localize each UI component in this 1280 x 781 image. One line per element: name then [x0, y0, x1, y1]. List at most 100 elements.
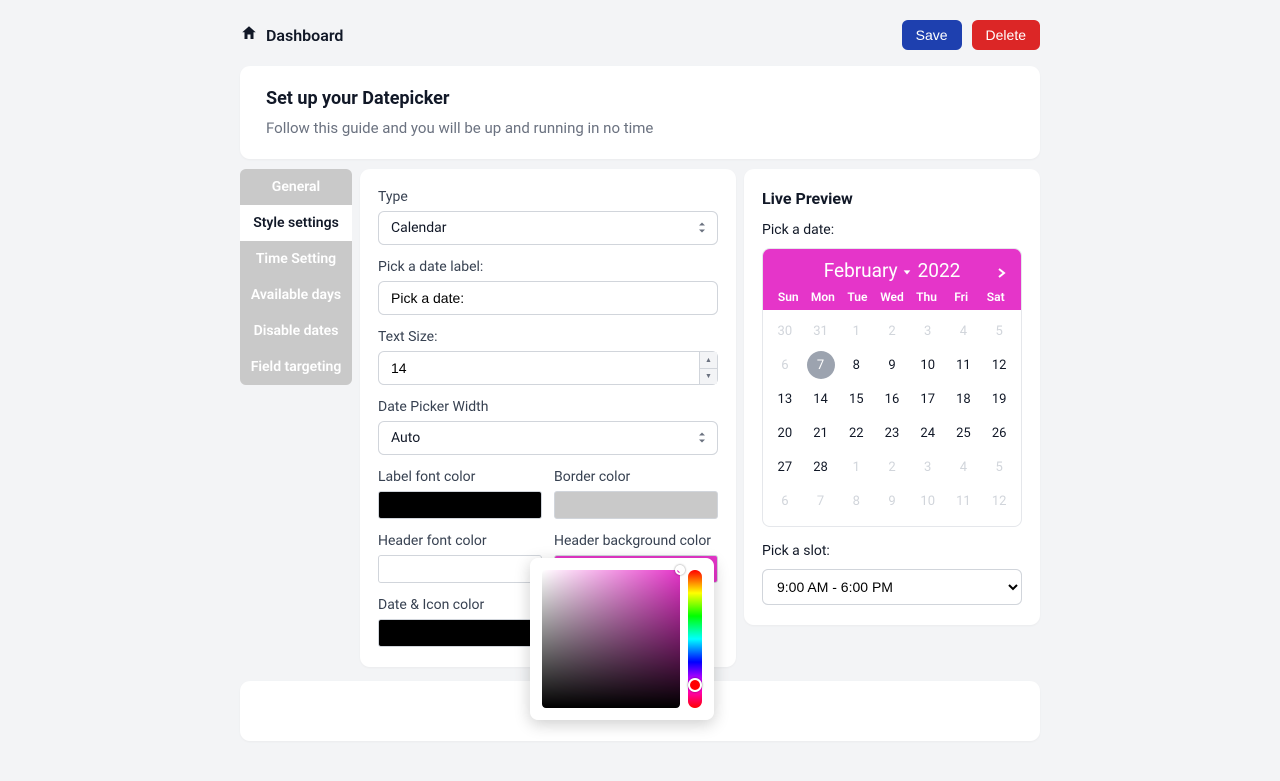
border-color-swatch[interactable] — [554, 491, 718, 519]
calendar-day[interactable]: 9 — [874, 486, 910, 516]
border-color-label: Border color — [554, 469, 718, 485]
calendar-day[interactable]: 8 — [838, 350, 874, 380]
header-bg-color-label: Header background color — [554, 533, 718, 549]
sidebar-item-disable-dates[interactable]: Disable dates — [240, 313, 352, 349]
calendar-day[interactable]: 20 — [767, 418, 803, 448]
calendar-day[interactable]: 10 — [910, 486, 946, 516]
calendar-day[interactable]: 5 — [981, 316, 1017, 346]
weekday-label: Sun — [771, 290, 806, 304]
sidebar-item-style-settings[interactable]: Style settings — [240, 205, 352, 241]
calendar-day[interactable]: 3 — [910, 452, 946, 482]
calendar-day[interactable]: 2 — [874, 316, 910, 346]
live-preview-panel: Live Preview Pick a date: February 2022 … — [744, 169, 1040, 625]
delete-button[interactable]: Delete — [972, 20, 1040, 50]
chevron-down-icon — [902, 259, 912, 282]
topbar: Dashboard Save Delete — [240, 20, 1040, 50]
calendar: February 2022 SunMonTueWedThuFriSat 3031… — [762, 248, 1022, 527]
width-label: Date Picker Width — [378, 399, 718, 415]
calendar-day[interactable]: 18 — [946, 384, 982, 414]
calendar-day[interactable]: 5 — [981, 452, 1017, 482]
type-label: Type — [378, 189, 718, 205]
header-font-color-swatch[interactable] — [378, 555, 542, 583]
hue-slider[interactable] — [688, 570, 702, 708]
calendar-day[interactable]: 22 — [838, 418, 874, 448]
calendar-header: February 2022 SunMonTueWedThuFriSat — [763, 249, 1021, 310]
calendar-day[interactable]: 1 — [838, 316, 874, 346]
calendar-day[interactable]: 3 — [910, 316, 946, 346]
weekday-label: Thu — [909, 290, 944, 304]
pick-slot-label: Pick a slot: — [762, 543, 1022, 559]
calendar-day[interactable]: 6 — [767, 486, 803, 516]
calendar-day[interactable]: 12 — [981, 486, 1017, 516]
calendar-day[interactable]: 24 — [910, 418, 946, 448]
calendar-day[interactable]: 26 — [981, 418, 1017, 448]
sv-handle[interactable] — [675, 565, 685, 575]
calendar-day[interactable]: 30 — [767, 316, 803, 346]
page-subtitle: Follow this guide and you will be up and… — [266, 119, 1014, 137]
saturation-value-area[interactable] — [542, 570, 680, 708]
next-month-button[interactable] — [995, 261, 1007, 284]
label-font-color-label: Label font color — [378, 469, 542, 485]
calendar-day[interactable]: 6 — [767, 350, 803, 380]
preview-title: Live Preview — [762, 189, 1022, 208]
calendar-day[interactable]: 7 — [803, 350, 839, 380]
year-label[interactable]: 2022 — [918, 259, 961, 282]
calendar-day[interactable]: 28 — [803, 452, 839, 482]
color-picker-popover[interactable] — [530, 558, 714, 720]
settings-sidebar: GeneralStyle settingsTime SettingAvailab… — [240, 169, 352, 385]
label-font-color-swatch[interactable] — [378, 491, 542, 519]
width-select[interactable]: Auto — [378, 421, 718, 455]
sidebar-item-time-setting[interactable]: Time Setting — [240, 241, 352, 277]
text-size-stepper: ▲ ▼ — [699, 352, 717, 384]
date-label-label: Pick a date label: — [378, 259, 718, 275]
month-select[interactable]: February — [824, 259, 912, 282]
page-header-card: Set up your Datepicker Follow this guide… — [240, 66, 1040, 159]
calendar-day[interactable]: 4 — [946, 316, 982, 346]
type-select[interactable]: Calendar — [378, 211, 718, 245]
date-icon-color-swatch[interactable] — [378, 619, 542, 647]
calendar-day[interactable]: 16 — [874, 384, 910, 414]
page-title: Set up your Datepicker — [266, 88, 1014, 109]
sidebar-item-field-targeting[interactable]: Field targeting — [240, 349, 352, 385]
calendar-day[interactable]: 23 — [874, 418, 910, 448]
date-label-input[interactable] — [378, 281, 718, 315]
brand-label: Dashboard — [266, 26, 343, 45]
hue-handle[interactable] — [688, 678, 702, 692]
calendar-day[interactable]: 17 — [910, 384, 946, 414]
save-button[interactable]: Save — [902, 20, 962, 50]
calendar-day[interactable]: 8 — [838, 486, 874, 516]
calendar-day[interactable]: 10 — [910, 350, 946, 380]
slot-select[interactable]: 9:00 AM - 6:00 PM — [762, 569, 1022, 605]
calendar-day[interactable]: 9 — [874, 350, 910, 380]
sidebar-item-available-days[interactable]: Available days — [240, 277, 352, 313]
stepper-up[interactable]: ▲ — [700, 352, 717, 369]
text-size-input[interactable] — [378, 351, 718, 385]
calendar-day[interactable]: 12 — [981, 350, 1017, 380]
calendar-day[interactable]: 27 — [767, 452, 803, 482]
weekday-label: Mon — [806, 290, 841, 304]
brand[interactable]: Dashboard — [240, 24, 343, 46]
date-icon-color-label: Date & Icon color — [378, 597, 542, 613]
calendar-day[interactable]: 1 — [838, 452, 874, 482]
calendar-grid: 3031123456789101112131415161718192021222… — [767, 316, 1017, 516]
stepper-down[interactable]: ▼ — [700, 369, 717, 385]
calendar-day[interactable]: 7 — [803, 486, 839, 516]
sidebar-item-general[interactable]: General — [240, 169, 352, 205]
calendar-day[interactable]: 25 — [946, 418, 982, 448]
weekday-label: Tue — [840, 290, 875, 304]
calendar-day[interactable]: 11 — [946, 350, 982, 380]
calendar-day[interactable]: 15 — [838, 384, 874, 414]
calendar-weekdays: SunMonTueWedThuFriSat — [771, 290, 1013, 304]
calendar-day[interactable]: 4 — [946, 452, 982, 482]
calendar-day[interactable]: 13 — [767, 384, 803, 414]
calendar-day[interactable]: 14 — [803, 384, 839, 414]
header-font-color-label: Header font color — [378, 533, 542, 549]
calendar-day[interactable]: 31 — [803, 316, 839, 346]
calendar-day[interactable]: 2 — [874, 452, 910, 482]
calendar-day[interactable]: 21 — [803, 418, 839, 448]
action-buttons: Save Delete — [902, 20, 1040, 50]
home-icon — [240, 24, 258, 46]
text-size-label: Text Size: — [378, 329, 718, 345]
calendar-day[interactable]: 19 — [981, 384, 1017, 414]
calendar-day[interactable]: 11 — [946, 486, 982, 516]
